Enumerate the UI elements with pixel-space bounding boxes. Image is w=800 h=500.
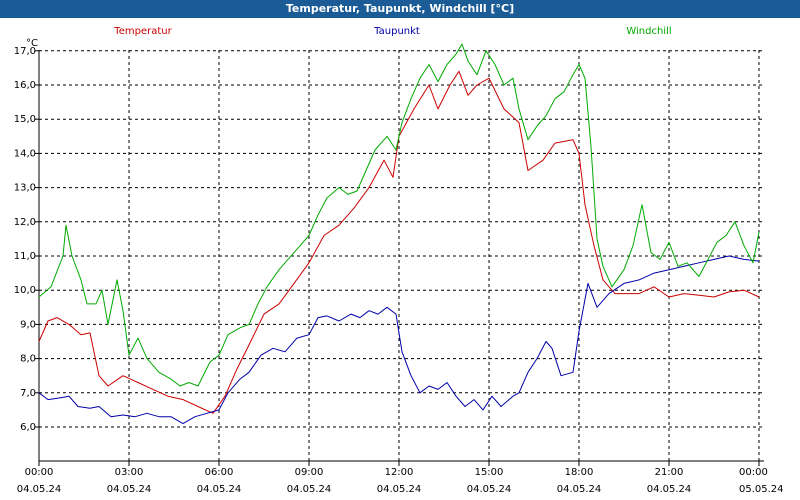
y-tick-label: 9,0 [20,319,36,330]
y-tick-label: 8,0 [20,354,36,365]
legend: Temperatur Taupunkt Windchill [113,26,671,37]
y-tick-label: 11,0 [14,251,36,262]
y-tick-label: 17,0 [14,46,36,57]
x-tick-date: 04.05.24 [287,484,332,495]
x-tick-labels: 00:00 04.05.24 03:00 04.05.24 06:00 04.05.24 0… [17,461,784,495]
legend-taupunkt: Taupunkt [373,26,420,37]
y-tick-label: 13,0 [14,183,36,194]
x-tick-date: 04.05.24 [377,484,422,495]
x-tick-date: 05.05.24 [739,484,784,495]
x-tick-date: 04.05.24 [467,484,512,495]
x-tick-date: 04.05.24 [107,484,152,495]
x-tick-date: 04.05.24 [647,484,692,495]
y-tick-label: 7,0 [20,388,36,399]
x-tick-time: 15:00 [475,467,504,478]
y-tick-labels: 6,0 7,0 8,0 9,0 10,0 11,0 12,0 13,0 14,0 15,0 16,0… [14,46,39,433]
y-tick-label: 6,0 [20,422,36,433]
legend-windchill: Windchill [626,26,671,37]
x-tick-time: 06:00 [205,467,234,478]
x-tick-time: 12:00 [385,467,414,478]
x-tick-time: 00:00 [739,467,768,478]
chart-area: °C 6,07,08,09,010,011,012,013,014,015,01… [14,26,784,495]
x-tick-time: 00:00 [25,467,54,478]
x-tick-date: 04.05.24 [557,484,602,495]
y-tick-label: 10,0 [14,285,36,296]
y-tick-label: 14,0 [14,148,36,159]
x-tick-date: 04.05.24 [17,484,62,495]
x-tick-time: 03:00 [115,467,144,478]
legend-temperatur: Temperatur [113,26,172,37]
x-tick-time: 18:00 [565,467,594,478]
x-tick-time: 21:00 [655,467,684,478]
chart-title: Temperatur, Taupunkt, Windchill [°C] [0,0,800,18]
y-tick-label: 16,0 [14,80,36,91]
x-tick-date: 04.05.24 [197,484,242,495]
y-tick-label: 15,0 [14,114,36,125]
y-tick-label: 12,0 [14,217,36,228]
x-tick-time: 09:00 [295,467,324,478]
